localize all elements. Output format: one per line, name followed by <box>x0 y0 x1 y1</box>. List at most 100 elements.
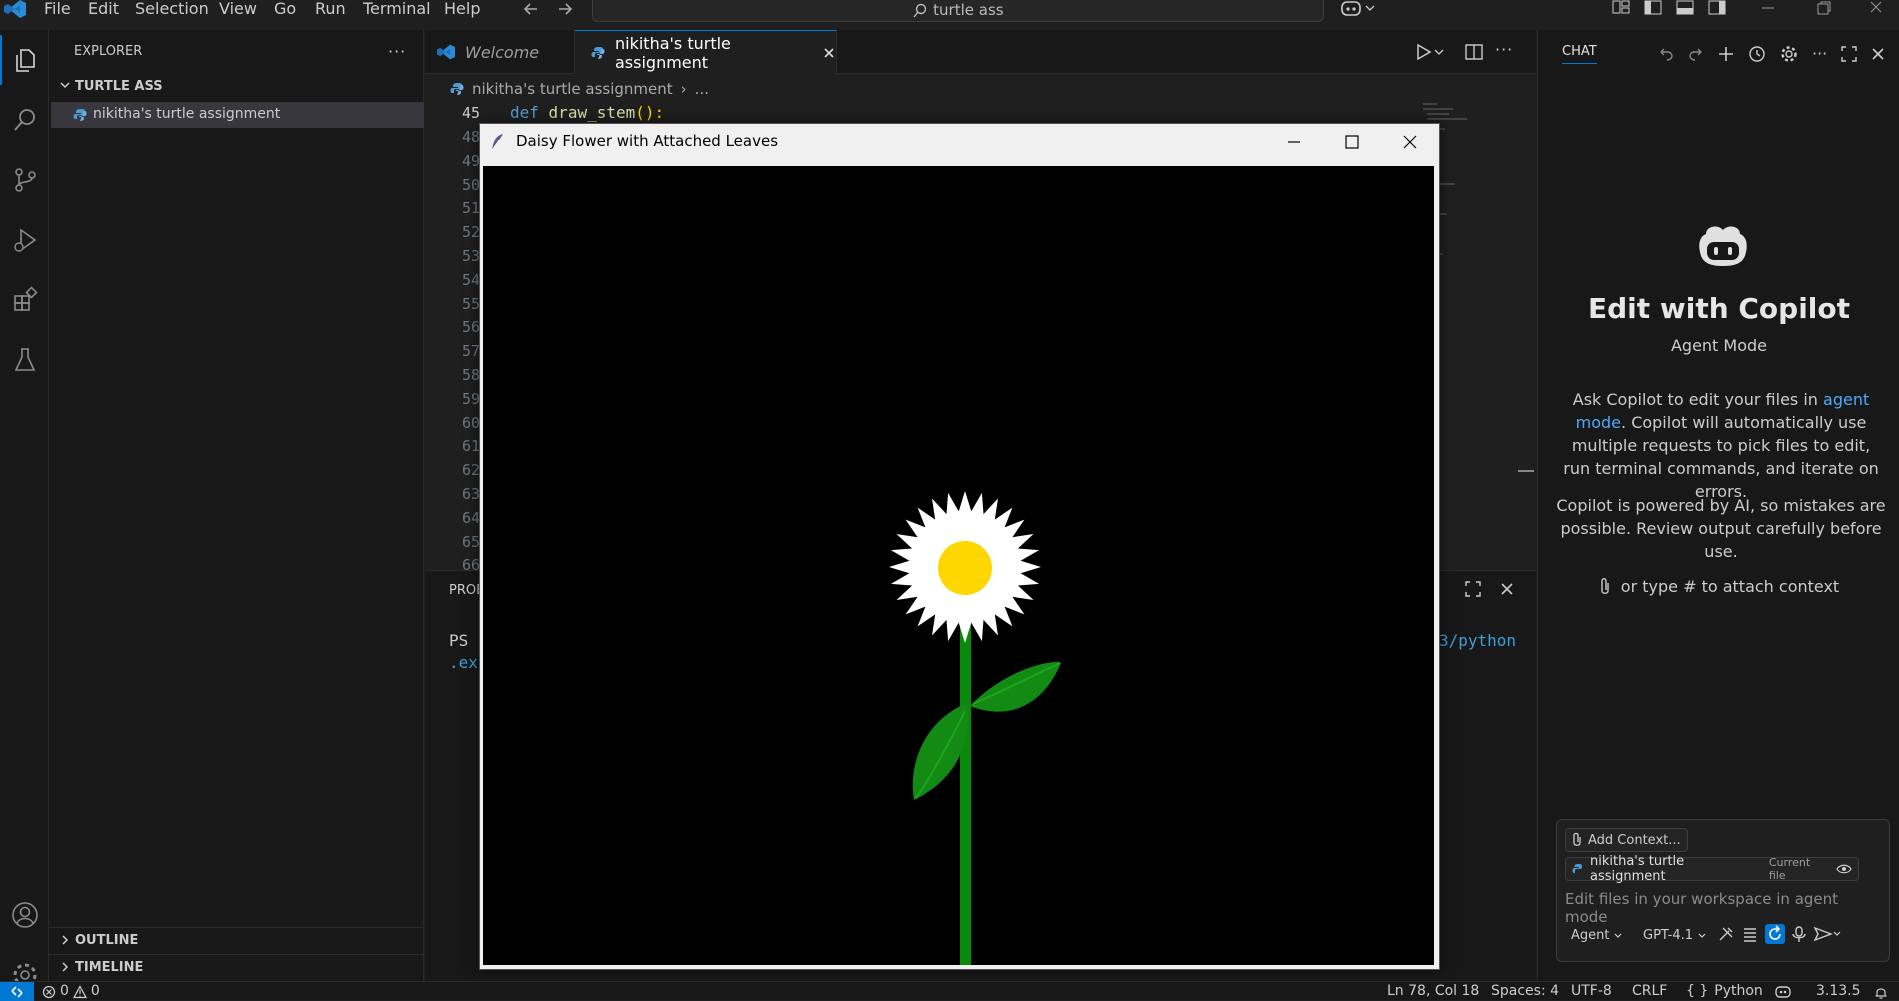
menu-view[interactable]: View <box>219 0 257 20</box>
close-tab-icon[interactable] <box>822 46 836 60</box>
encoding[interactable]: UTF-8 <box>1571 982 1612 1001</box>
context-file-name: nikitha's turtle assignment <box>1590 854 1685 884</box>
customize-layout-icon[interactable] <box>1612 0 1630 16</box>
close-window-icon[interactable] <box>1868 0 1884 16</box>
add-context-button[interactable]: Add Context... <box>1565 828 1688 852</box>
language-mode[interactable]: { } Python <box>1686 982 1763 1001</box>
line-number: 60 <box>461 413 480 432</box>
toggle-panel-icon[interactable] <box>1676 0 1694 16</box>
close-panel-icon[interactable] <box>1499 581 1515 597</box>
copilot-logo-icon <box>1696 222 1750 268</box>
undo-icon[interactable] <box>1658 46 1674 62</box>
eye-icon[interactable] <box>1836 863 1852 875</box>
command-center-search[interactable]: turtle ass <box>592 0 1324 22</box>
menu-edit[interactable]: Edit <box>88 0 119 20</box>
new-chat-plus-icon[interactable] <box>1718 46 1734 62</box>
notifications-bell-icon[interactable] <box>1874 982 1888 1001</box>
outline-section[interactable]: OUTLINE <box>55 930 420 952</box>
chevron-right-icon: › <box>680 80 687 98</box>
line-number: 58 <box>461 366 480 384</box>
chat-description: Ask Copilot to edit your files in agent … <box>1556 388 1886 503</box>
accounts-icon[interactable] <box>0 890 49 940</box>
split-editor-icon[interactable] <box>1465 43 1483 61</box>
line-number: 65 <box>461 532 480 551</box>
search-text: turtle ass <box>933 1 1004 19</box>
run-python-file-icon[interactable] <box>1415 43 1445 61</box>
chevron-down-icon <box>1613 931 1623 941</box>
scrollbar-thumb[interactable] <box>1518 470 1534 472</box>
minimize-icon[interactable] <box>1286 134 1302 150</box>
explorer-sidebar: EXPLORER ··· TURTLE ASS nikitha's turtle… <box>49 30 424 981</box>
copilot-icon[interactable] <box>1340 0 1378 18</box>
line-number: 59 <box>461 389 480 408</box>
chat-more-icon[interactable]: ··· <box>1812 44 1827 63</box>
search-sidebar-icon[interactable] <box>0 95 49 145</box>
testing-flask-icon[interactable] <box>0 335 49 385</box>
editor-more-icon[interactable]: ··· <box>1495 40 1513 59</box>
menu-go[interactable]: Go <box>274 0 296 20</box>
run-debug-icon[interactable] <box>0 215 49 265</box>
history-icon[interactable] <box>1748 45 1766 63</box>
explorer-more-icon[interactable]: ··· <box>388 42 406 61</box>
close-icon[interactable] <box>1402 134 1418 150</box>
menu-help[interactable]: Help <box>444 0 480 20</box>
model-picker-dropdown[interactable]: GPT-4.1 <box>1643 928 1707 943</box>
editor-tabs: Welcome nikitha's turtle assignment ··· <box>425 30 1536 75</box>
toggle-primary-sidebar-icon[interactable] <box>1644 0 1662 16</box>
copilot-status-icon[interactable] <box>1774 982 1792 1001</box>
chat-input-box: Add Context... nikitha's turtle assignme… <box>1556 819 1890 962</box>
tools-icon[interactable] <box>1717 925 1735 943</box>
breadcrumb-file[interactable]: nikitha's turtle assignment <box>472 80 673 98</box>
tab-nikithas-turtle-assignment[interactable]: nikitha's turtle assignment <box>575 30 837 75</box>
extensions-icon[interactable] <box>0 275 49 325</box>
remote-indicator-icon[interactable] <box>0 982 34 1001</box>
breadcrumb-more[interactable]: ... <box>695 80 709 98</box>
restore-window-icon[interactable] <box>1816 0 1832 16</box>
list-icon[interactable] <box>1741 925 1759 943</box>
chat-header[interactable]: CHAT <box>1562 44 1597 64</box>
tab-welcome[interactable]: Welcome <box>425 30 575 74</box>
problems-indicator[interactable]: 0 0 <box>42 982 100 1001</box>
indentation[interactable]: Spaces: 4 <box>1491 982 1559 1001</box>
cursor-position[interactable]: Ln 78, Col 18 <box>1387 982 1479 1001</box>
close-chat-icon[interactable] <box>1871 47 1885 61</box>
turtle-window-title: Daisy Flower with Attached Leaves <box>516 132 779 150</box>
redo-icon[interactable] <box>1688 46 1704 62</box>
file-nikithas-turtle-assignment[interactable]: nikitha's turtle assignment <box>51 102 424 128</box>
line-ending[interactable]: CRLF <box>1632 982 1667 1001</box>
folder-turtle-ass[interactable]: TURTLE ASS <box>55 76 420 98</box>
vscode-logo-icon <box>4 0 26 18</box>
tab-label: nikitha's turtle assignment <box>615 34 731 72</box>
menu-selection[interactable]: Selection <box>135 0 209 20</box>
chat-message-input[interactable]: Edit files in your workspace in agent mo… <box>1565 890 1885 926</box>
explorer-icon[interactable] <box>0 35 49 85</box>
line-number: 57 <box>461 342 480 361</box>
code-line[interactable]: def draw_stem(): <box>510 103 664 122</box>
timeline-section[interactable]: TIMELINE <box>55 957 420 979</box>
back-arrow-icon[interactable] <box>522 0 540 18</box>
code-punct: (): <box>635 103 665 122</box>
source-control-icon[interactable] <box>0 155 49 205</box>
paperclip-icon <box>1599 577 1611 597</box>
microphone-icon[interactable] <box>1791 925 1807 943</box>
toggle-secondary-sidebar-icon[interactable] <box>1708 0 1726 16</box>
maximize-icon[interactable] <box>1344 134 1360 150</box>
minimize-window-icon[interactable] <box>1760 0 1776 16</box>
menu-terminal[interactable]: Terminal <box>363 0 431 20</box>
menu-file[interactable]: File <box>44 0 71 20</box>
send-icon[interactable] <box>1813 925 1841 943</box>
agent-mode-dropdown[interactable]: Agent <box>1571 928 1623 943</box>
chat-settings-gear-icon[interactable] <box>1780 45 1798 63</box>
line-number: 56 <box>461 318 480 337</box>
python-version[interactable]: 3.13.5 <box>1816 982 1861 1001</box>
menu-run[interactable]: Run <box>315 0 346 20</box>
context-file-chip[interactable]: nikitha's turtle assignment Current file <box>1565 854 1859 884</box>
maximize-chat-icon[interactable] <box>1841 45 1857 62</box>
turtle-canvas[interactable] <box>483 166 1434 965</box>
code-function: draw_stem <box>548 103 636 122</box>
add-context-label: Add Context... <box>1588 832 1681 848</box>
auto-approve-icon[interactable] <box>1765 924 1785 944</box>
forward-arrow-icon[interactable] <box>556 0 574 18</box>
terminal-path: 3/python <box>1439 631 1517 650</box>
maximize-panel-icon[interactable] <box>1465 581 1481 597</box>
